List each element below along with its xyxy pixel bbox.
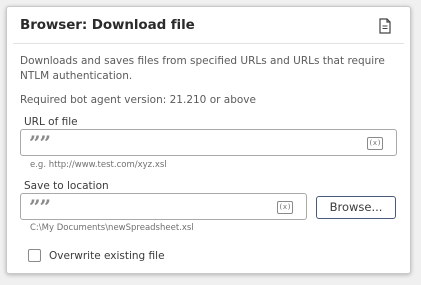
save-location-hint: C:\My Documents\newSpreadsheet.xsl [30,223,194,233]
header-divider [13,43,404,44]
required-version-text: Required bot agent version: 21.210 or ab… [20,94,256,106]
download-file-panel: Browser: Download file Downloads and sav… [6,6,411,274]
variable-icon[interactable]: (x) [277,201,293,214]
panel-title: Browser: Download file [20,17,195,33]
variable-icon[interactable]: (x) [367,137,383,150]
panel-description: Downloads and saves files from specified… [20,55,385,82]
browse-button[interactable]: Browse... [316,196,396,219]
quote-icon: ”” [29,131,51,155]
save-location-input[interactable]: ”” (x) [20,193,307,220]
url-field-label: URL of file [24,116,78,128]
document-icon[interactable] [378,18,392,34]
url-hint: e.g. http://www.test.com/xyz.xsl [30,160,167,170]
overwrite-label[interactable]: Overwrite existing file [49,250,165,262]
save-location-label: Save to location [24,180,109,192]
quote-icon: ”” [29,195,51,219]
overwrite-checkbox[interactable] [28,249,41,262]
url-input[interactable]: ”” (x) [20,129,397,156]
